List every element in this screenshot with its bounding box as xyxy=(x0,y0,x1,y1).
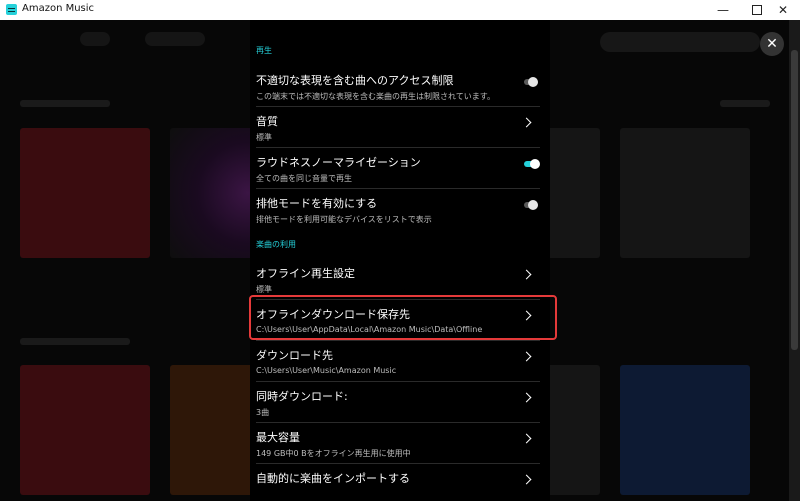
bg-search-bar xyxy=(600,32,760,52)
setting-subtitle: 3曲 xyxy=(256,408,270,417)
chevron-right-icon xyxy=(521,392,532,403)
toggle-knob xyxy=(528,200,538,210)
close-settings-button[interactable]: ✕ xyxy=(760,32,784,56)
bg-album-tile xyxy=(20,365,150,495)
explicit-filter-toggle[interactable] xyxy=(524,77,538,87)
section-title-playback: 再生 xyxy=(256,46,272,55)
section-title-usage: 楽曲の利用 xyxy=(256,240,296,249)
bg-row-title xyxy=(20,338,130,345)
bg-row-title xyxy=(20,100,110,107)
window-title: Amazon Music xyxy=(22,3,95,14)
minimize-button[interactable]: — xyxy=(706,0,740,20)
chevron-right-icon xyxy=(521,351,532,362)
toggle-knob xyxy=(528,77,538,87)
chevron-right-icon xyxy=(521,117,532,128)
setting-title: オフライン再生設定 xyxy=(256,267,355,280)
setting-offline-playback[interactable]: オフライン再生設定 標準 xyxy=(256,259,540,299)
scrollbar[interactable] xyxy=(789,20,800,501)
setting-title: 自動的に楽曲をインポートする xyxy=(256,472,410,485)
setting-subtitle: 149 GB中0 Bをオフライン再生用に使用中 xyxy=(256,449,411,458)
setting-title: 不適切な表現を含む曲へのアクセス制限 xyxy=(256,74,454,87)
setting-title: 排他モードを有効にする xyxy=(256,197,378,210)
setting-title: 同時ダウンロード: xyxy=(256,390,348,403)
chevron-right-icon xyxy=(521,433,532,444)
exclusive-mode-toggle[interactable] xyxy=(524,200,538,210)
amazon-music-app-icon xyxy=(6,4,17,15)
maximize-icon xyxy=(752,4,762,15)
setting-title: ダウンロード先 xyxy=(256,349,333,362)
highlight-box xyxy=(249,295,557,340)
setting-title: 音質 xyxy=(256,115,278,128)
setting-subtitle: 標準 xyxy=(256,133,272,142)
chevron-right-icon xyxy=(521,269,532,280)
setting-subtitle: この端末では不適切な表現を含む楽曲の再生は制限されています。 xyxy=(256,92,495,101)
setting-subtitle: 全ての曲を同じ音量で再生 xyxy=(256,174,352,183)
setting-audio-quality[interactable]: 音質 標準 xyxy=(256,107,540,147)
bg-album-tile xyxy=(20,128,150,258)
bg-nav-item xyxy=(80,32,110,46)
chevron-right-icon xyxy=(521,474,532,485)
setting-subtitle: 標準 xyxy=(256,285,272,294)
loudness-normalization-toggle[interactable] xyxy=(524,159,540,169)
bg-album-tile xyxy=(620,128,750,258)
bg-album-tile xyxy=(620,365,750,495)
bg-nav-item xyxy=(145,32,205,46)
bg-row-title xyxy=(720,100,770,107)
close-window-button[interactable]: ✕ xyxy=(766,0,800,20)
setting-concurrent-downloads[interactable]: 同時ダウンロード: 3曲 xyxy=(256,382,540,422)
setting-max-storage[interactable]: 最大容量 149 GB中0 Bをオフライン再生用に使用中 xyxy=(256,423,540,463)
setting-exclusive-mode[interactable]: 排他モードを有効にする 排他モードを利用可能なデバイスをリストで表示 xyxy=(256,189,540,229)
setting-subtitle: C:\Users\User\Music\Amazon Music xyxy=(256,366,397,375)
setting-loudness-normalization[interactable]: ラウドネスノーマライゼーション 全ての曲を同じ音量で再生 xyxy=(256,148,540,188)
setting-download-location[interactable]: ダウンロード先 C:\Users\User\Music\Amazon Music xyxy=(256,341,540,381)
setting-title: ラウドネスノーマライゼーション xyxy=(256,156,421,169)
setting-subtitle: 排他モードを利用可能なデバイスをリストで表示 xyxy=(256,215,432,224)
setting-explicit-filter[interactable]: 不適切な表現を含む曲へのアクセス制限 この端末では不適切な表現を含む楽曲の再生は… xyxy=(256,66,540,106)
setting-title: 最大容量 xyxy=(256,431,300,444)
scrollbar-thumb[interactable] xyxy=(791,50,798,350)
title-bar: Amazon Music — ✕ xyxy=(0,0,800,21)
setting-auto-import[interactable]: 自動的に楽曲をインポートする xyxy=(256,464,540,500)
toggle-knob xyxy=(530,159,540,169)
